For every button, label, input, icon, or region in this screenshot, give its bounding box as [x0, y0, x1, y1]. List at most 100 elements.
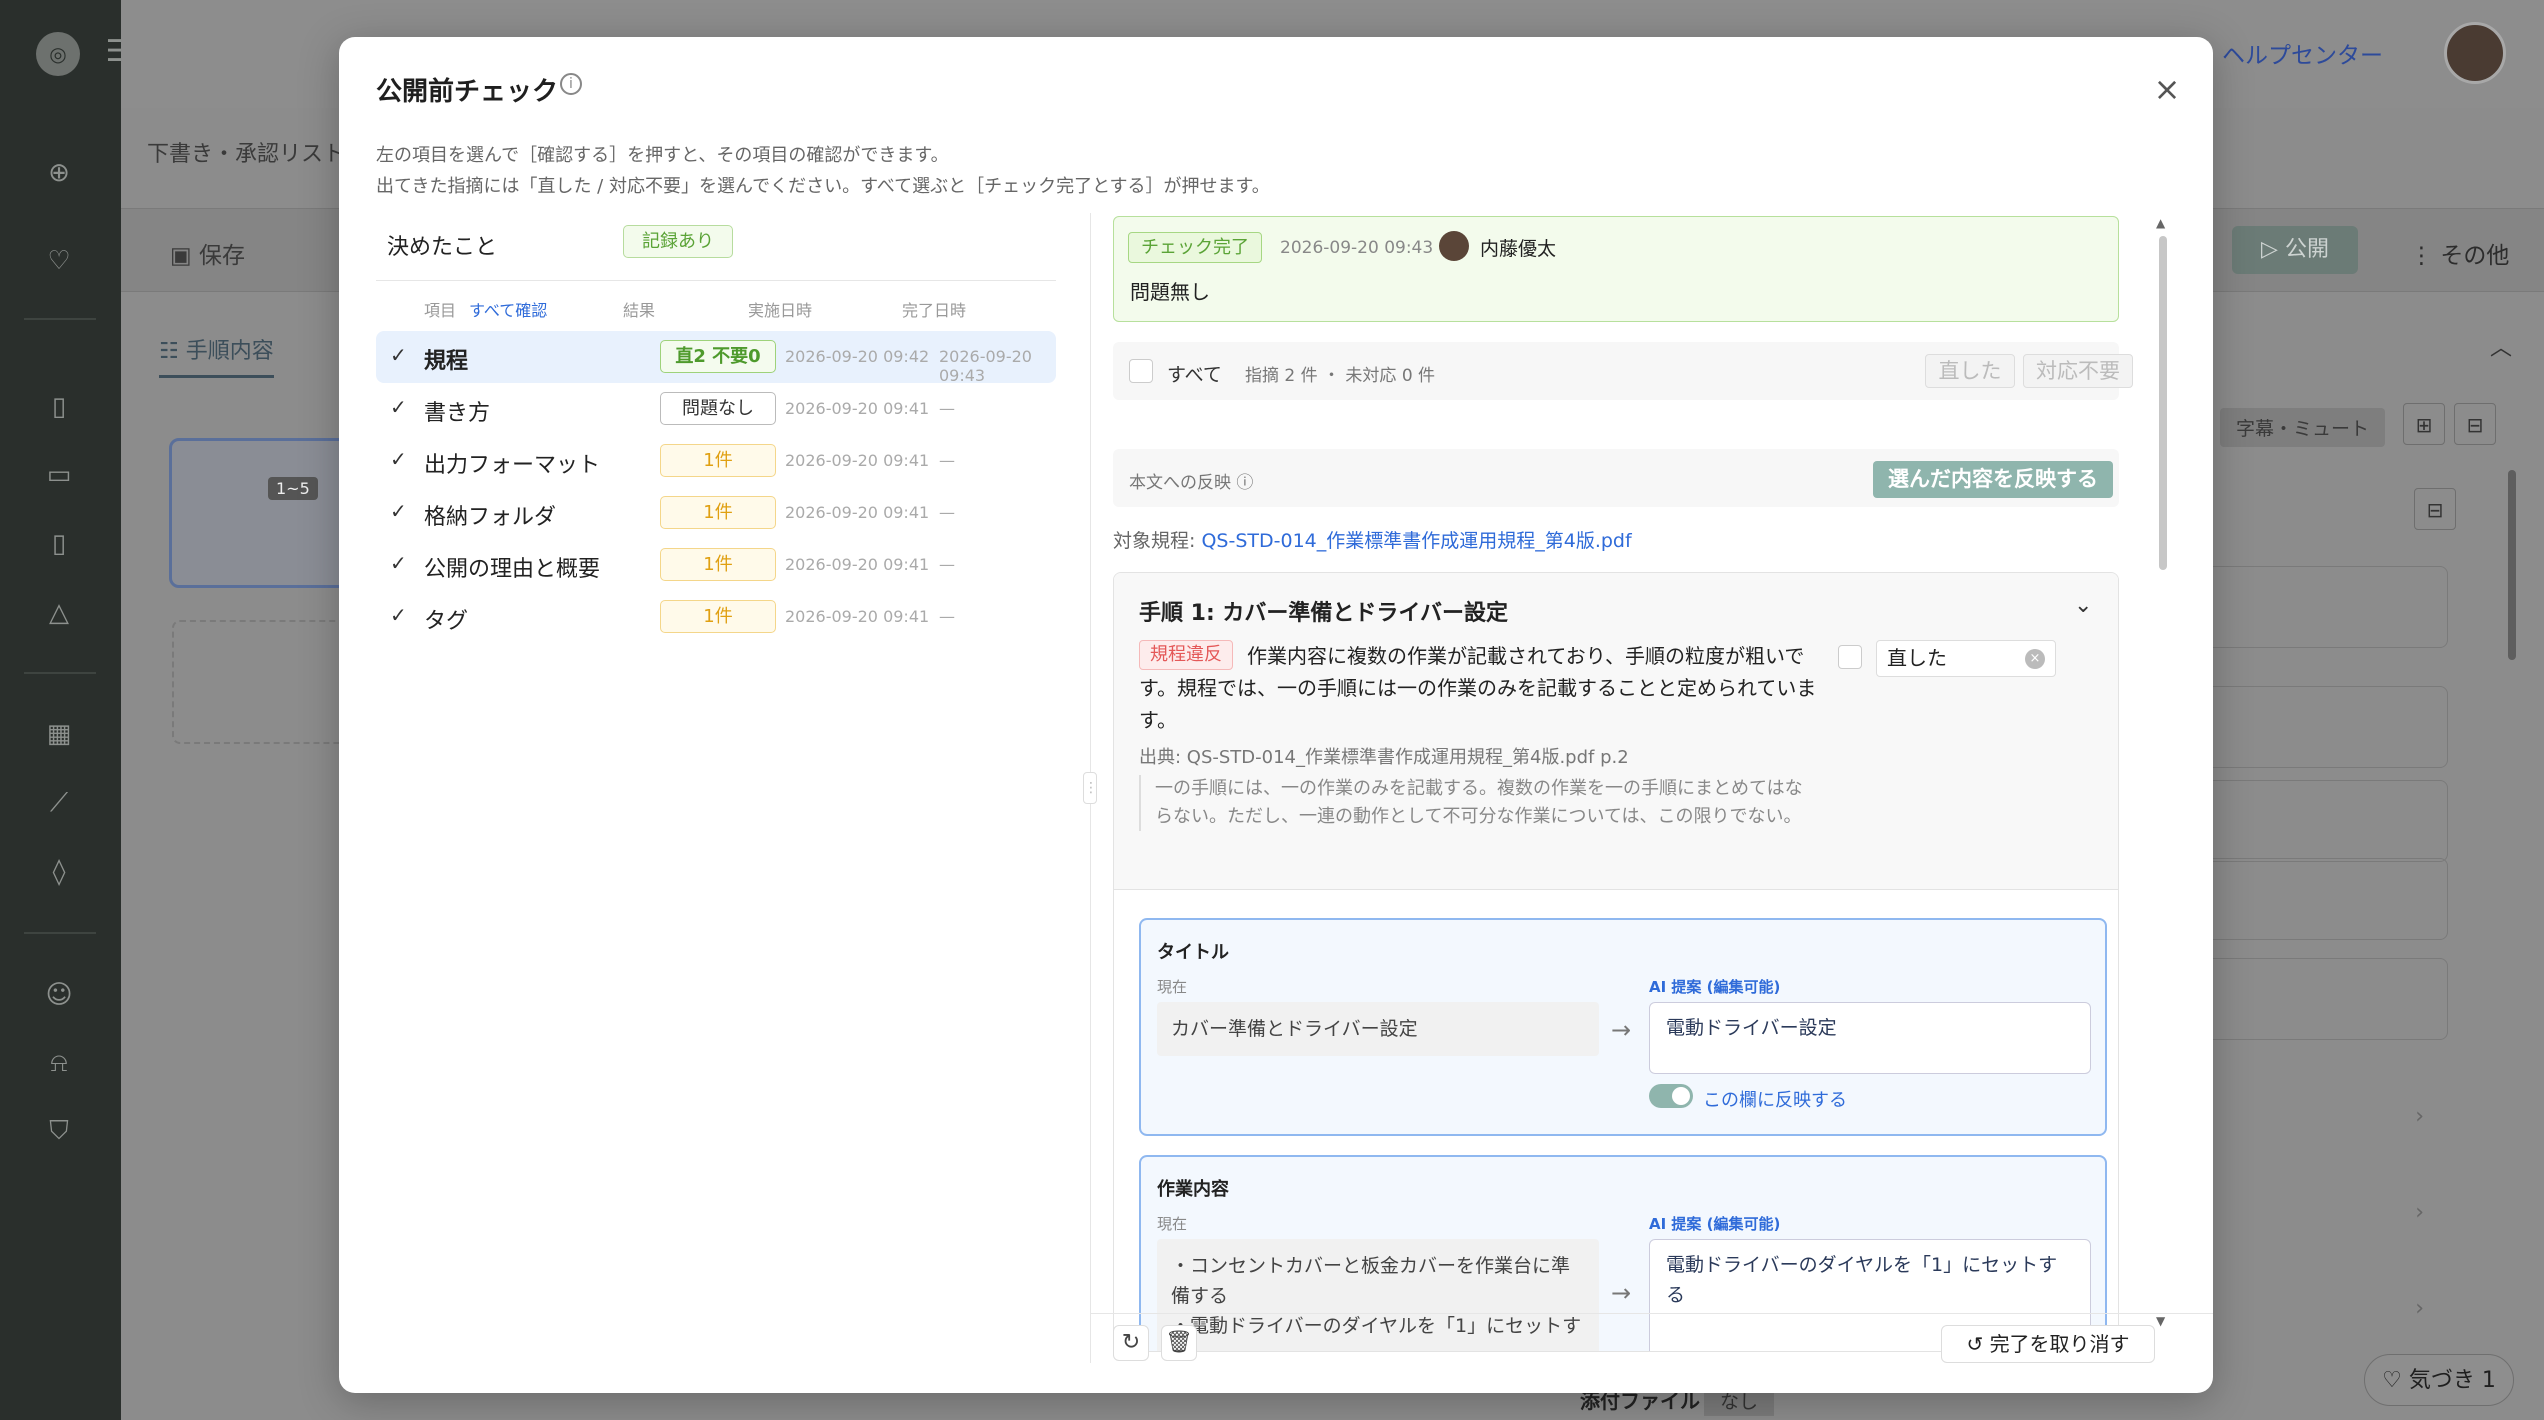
complete-comment: 問題無し — [1130, 280, 1210, 304]
other-menu-button[interactable]: ⋮ その他 — [2410, 236, 2509, 270]
check-icon: ✓ — [390, 499, 407, 523]
notice-button[interactable]: ♡ 気づき 1 — [2364, 1354, 2514, 1406]
close-icon[interactable]: × — [2147, 69, 2187, 109]
item-name: 公開の理由と概要 — [424, 557, 601, 582]
flask-icon[interactable]: △ — [42, 596, 76, 630]
decided-label: 決めたこと — [387, 235, 498, 260]
refresh-icon[interactable]: ↻ — [1113, 1325, 1149, 1361]
tab-steps[interactable]: ☷ 手順内容 — [159, 333, 274, 378]
no-action-button[interactable]: 対応不要 — [2023, 354, 2133, 388]
board-icon[interactable]: ▦ — [42, 717, 76, 751]
undo-complete-button[interactable]: ↺ 完了を取り消す — [1941, 1325, 2155, 1363]
resize-handle[interactable]: ⋮ — [1083, 772, 1098, 804]
chevron-right-icon[interactable]: › — [2304, 1104, 2424, 1164]
chevron-right-icon[interactable]: › — [2304, 1200, 2424, 1260]
lightbulb-icon[interactable]: ♡ — [42, 244, 76, 278]
user-avatar[interactable] — [2444, 22, 2506, 84]
check-item-row[interactable]: ✓ 書き方 問題なし 2026-09-20 09:41 — — [376, 383, 1056, 435]
clear-icon[interactable]: × — [2025, 649, 2045, 669]
reflect-bar: 本文への反映 ⓘ 選んだ内容を反映する — [1113, 449, 2119, 507]
add-icon[interactable]: ⊕ — [42, 156, 76, 190]
check-item-row[interactable]: ✓ タグ 1件 2026-09-20 09:41 — — [376, 591, 1056, 643]
shield-icon[interactable]: ⛉ — [42, 1114, 76, 1148]
scroll-down-icon[interactable]: ▼ — [2156, 1314, 2165, 1328]
footer-divider — [1091, 1313, 2213, 1314]
apply-selected-button[interactable]: 選んだ内容を反映する — [1873, 461, 2113, 498]
target-regulation: 対象規程: QS-STD-014_作業標準書作成運用規程_第4版.pdf — [1113, 526, 1632, 553]
done-at: — — [939, 503, 955, 522]
document-icon[interactable]: ▯ — [42, 390, 76, 424]
image-icon[interactable]: ▭ — [42, 458, 76, 492]
field-title: タイトル — [1157, 942, 1229, 963]
description-line: 出てきた指摘には「直した / 対応不要」を選んでください。すべて選ぶと［チェック… — [376, 176, 1270, 197]
check-item-row[interactable]: ✓ 公開の理由と概要 1件 2026-09-20 09:41 — — [376, 539, 1056, 591]
target-file-link[interactable]: QS-STD-014_作業標準書作成運用規程_第4版.pdf — [1201, 530, 1631, 552]
header-done-at: 完了日時 — [902, 301, 967, 320]
result-badge: 直2 不要0 — [660, 340, 776, 373]
check-item-row[interactable]: ✓ 格納フォルダ 1件 2026-09-20 09:41 — — [376, 487, 1056, 539]
tab-steps-label: 手順内容 — [185, 339, 274, 364]
chevron-down-icon[interactable]: ⌄ — [2074, 593, 2092, 618]
add-step-placeholder[interactable] — [172, 620, 352, 744]
resolution-value: 直した — [1887, 646, 1947, 670]
result-badge: 問題なし — [660, 392, 776, 425]
bg-field-row — [2196, 958, 2448, 1040]
arrow-right-icon: → — [1611, 1279, 1632, 1307]
scroll-thumb[interactable] — [2159, 236, 2167, 570]
issue-counts: 指摘 2 件 ・ 未対応 0 件 — [1245, 366, 1436, 386]
book-icon[interactable]: ▯ — [42, 527, 76, 561]
help-icon[interactable]: ⓘ — [1236, 473, 1253, 493]
users-icon[interactable]: ☺ — [42, 978, 76, 1012]
field-title: 作業内容 — [1157, 1179, 1229, 1200]
caption-mute-button[interactable]: 字幕・ミュート — [2220, 408, 2386, 447]
bg-field-row — [2196, 686, 2448, 768]
current-value: カバー準備とドライバー設定 — [1157, 1002, 1599, 1056]
confirm-all-link[interactable]: すべて確認 — [469, 297, 547, 321]
chart-icon[interactable]: ⟋ — [42, 786, 76, 820]
save-button[interactable]: ▣ 保存 — [170, 236, 245, 270]
fixed-button[interactable]: 直した — [1925, 354, 2015, 388]
chevron-right-icon[interactable]: › — [2304, 1296, 2424, 1356]
item-name: タグ — [424, 609, 469, 634]
breadcrumb[interactable]: 下書き・承認リスト — [147, 136, 345, 168]
page-scrollbar[interactable] — [2508, 470, 2516, 660]
trash-icon[interactable]: 🗑 — [1161, 1325, 1197, 1361]
rocket-icon[interactable]: ◊ — [42, 855, 76, 889]
issue-checkbox[interactable] — [1838, 645, 1862, 669]
info-icon[interactable]: i — [560, 73, 582, 95]
done-at: — — [939, 607, 955, 626]
step-issue-section: 手順 1: カバー準備とドライバー設定 ⌄ 作業内容に複数の作業が記載されており… — [1114, 573, 2118, 890]
bg-field-row — [2196, 780, 2448, 862]
help-center-link[interactable]: ヘルプセンター — [2222, 36, 2383, 70]
decided-badge[interactable]: 記録あり — [623, 225, 733, 258]
result-badge: 1件 — [660, 600, 776, 633]
check-icon: ✓ — [390, 343, 407, 367]
ai-suggestion-input[interactable]: 電動ドライバー設定 — [1649, 1002, 2091, 1074]
grid-icon[interactable]: ⊞ — [2403, 403, 2445, 445]
header-result: 結果 — [623, 301, 656, 320]
alarm-icon[interactable]: ⍾ — [42, 1046, 76, 1080]
item-name: 出力フォーマット — [424, 453, 601, 478]
bg-field-row — [2196, 566, 2448, 648]
resolution-select[interactable]: 直した × — [1876, 640, 2056, 677]
right-pane-scrollbar[interactable]: ▲ ▼ — [2156, 216, 2168, 1342]
check-item-row[interactable]: ✓ 規程 直2 不要0 2026-09-20 09:42 2026-09-20 … — [376, 331, 1056, 385]
layout-icon[interactable]: ⊟ — [2454, 403, 2496, 445]
notice-label: 気づき 1 — [2408, 1368, 2496, 1393]
scroll-up-icon[interactable]: ▲ — [2156, 216, 2165, 230]
step-thumbnail-card[interactable]: 1~5 — [169, 438, 349, 588]
field-icon[interactable]: ⊟ — [2414, 488, 2456, 530]
apply-field-toggle[interactable] — [1649, 1084, 1693, 1108]
select-all-label: すべて — [1167, 364, 1222, 386]
check-complete-box: チェック完了 2026-09-20 09:43 内藤優太 問題無し — [1113, 216, 2119, 322]
undo-label: 完了を取り消す — [1989, 1332, 2130, 1356]
check-item-row[interactable]: ✓ 出力フォーマット 1件 2026-09-20 09:41 — — [376, 435, 1056, 487]
reflect-label: 本文への反映 ⓘ — [1129, 468, 1253, 493]
ai-suggestion-label: AI 提案 (編集可能) — [1649, 1215, 1781, 1233]
item-name: 書き方 — [424, 401, 491, 426]
sidebar-divider — [24, 318, 96, 320]
check-icon: ✓ — [390, 395, 407, 419]
chevron-up-icon[interactable]: ︿ — [2490, 330, 2512, 362]
select-all-checkbox[interactable] — [1129, 359, 1153, 383]
publish-button[interactable]: ▷ 公開 — [2232, 226, 2358, 274]
